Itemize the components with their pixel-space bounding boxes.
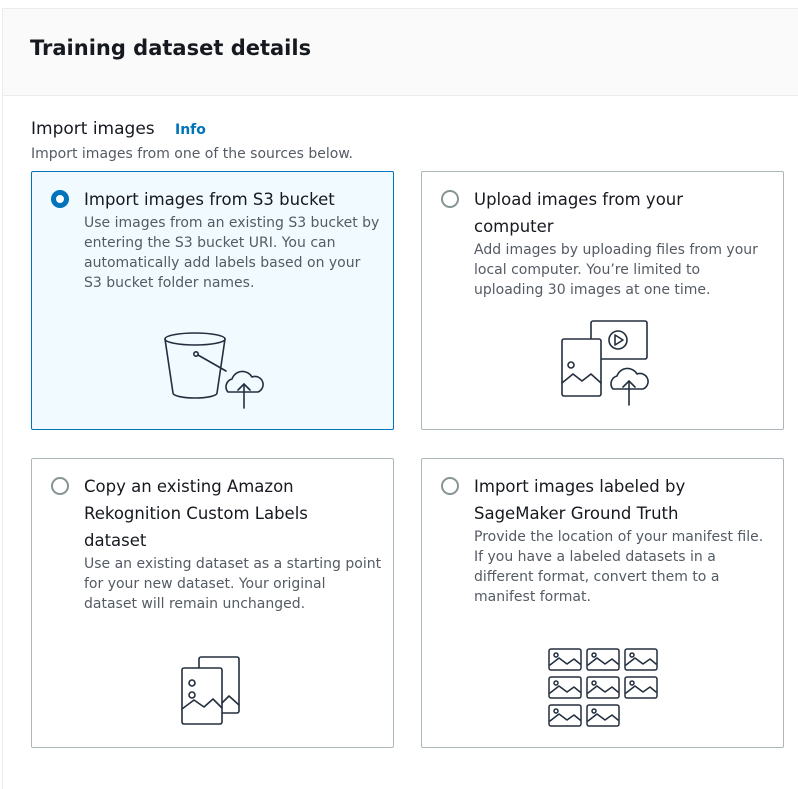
radio-s3-bucket[interactable] (51, 190, 69, 208)
radio-copy-dataset[interactable] (51, 477, 69, 495)
import-images-label: Import images (31, 119, 155, 139)
image-grid-icon (548, 648, 658, 727)
option-title-upload-computer: Upload images from your computer (474, 190, 684, 236)
option-tile-s3-bucket[interactable]: Import images from S3 bucket Use images … (31, 171, 394, 430)
option-title-copy-dataset: Copy an existing Amazon Rekognition Cust… (84, 477, 308, 550)
option-tile-upload-computer[interactable]: Upload images from your computer Add ima… (421, 171, 784, 430)
dataset-copy-icon (181, 656, 240, 725)
info-link[interactable]: Info (175, 122, 206, 138)
option-description-s3-bucket: Use images from an existing S3 bucket by… (84, 215, 380, 291)
s3-bucket-upload-icon (164, 332, 264, 409)
option-description-upload-computer: Add images by uploading files from your … (474, 242, 758, 298)
option-description-copy-dataset: Use an existing dataset as a starting po… (84, 556, 382, 612)
panel-title: Training dataset details (30, 36, 312, 60)
import-images-description: Import images from one of the sources be… (31, 146, 353, 162)
option-title-ground-truth: Import images labeled by SageMaker Groun… (474, 477, 686, 523)
panel-header: Training dataset details (3, 9, 798, 96)
option-tile-ground-truth[interactable]: Import images labeled by SageMaker Groun… (421, 458, 784, 748)
option-description-ground-truth: Provide the location of your manifest fi… (474, 529, 764, 605)
training-dataset-panel: Training dataset details Import images I… (2, 8, 798, 789)
images-upload-icon (561, 320, 649, 406)
option-title-s3-bucket: Import images from S3 bucket (84, 190, 335, 209)
option-tile-copy-dataset[interactable]: Copy an existing Amazon Rekognition Cust… (31, 458, 394, 748)
radio-ground-truth[interactable] (441, 477, 459, 495)
radio-upload-computer[interactable] (441, 190, 459, 208)
